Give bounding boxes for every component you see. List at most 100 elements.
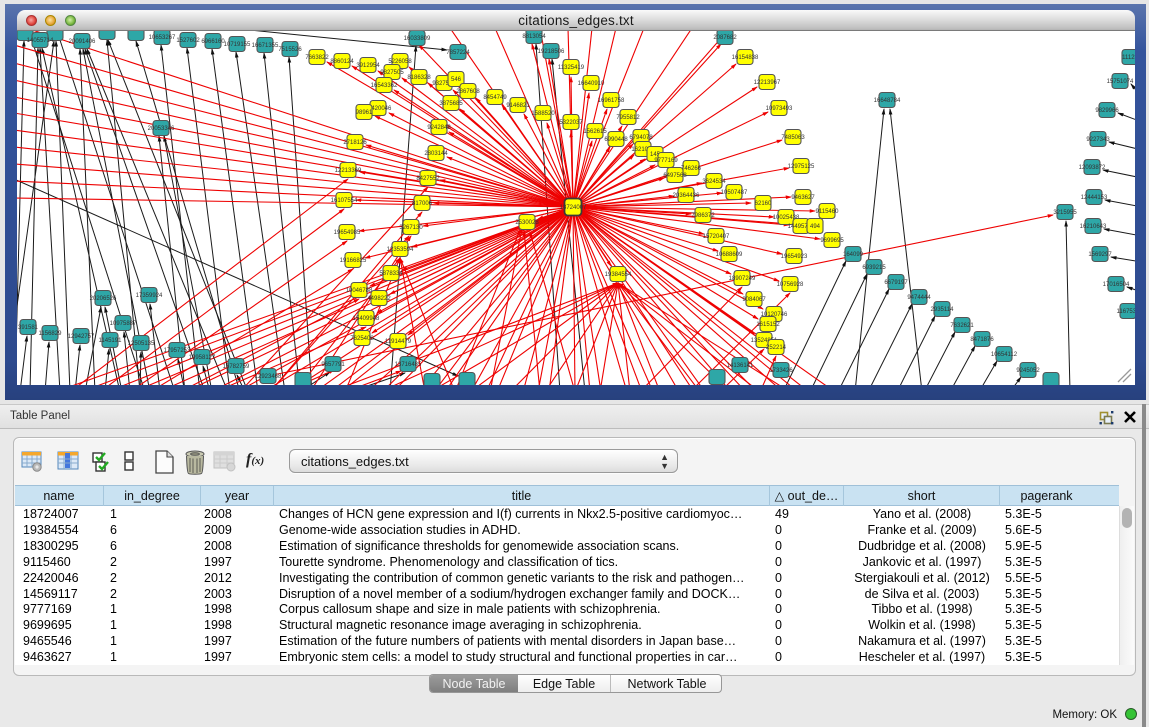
svg-text:10654112: 10654112 [991, 352, 1018, 358]
svg-text:19218506: 19218506 [538, 49, 565, 55]
svg-text:7515526: 7515526 [278, 47, 302, 53]
svg-text:14055714: 14055714 [27, 38, 54, 44]
svg-text:1569297: 1569297 [1088, 252, 1112, 258]
svg-text:11914479: 11914479 [385, 339, 412, 345]
svg-text:16210643: 16210643 [1080, 224, 1107, 230]
svg-text:16543362: 16543362 [371, 83, 398, 89]
svg-text:2718126: 2718126 [343, 140, 367, 146]
svg-text:19654985: 19654985 [334, 230, 361, 236]
svg-text:12093872: 12093872 [1079, 165, 1106, 171]
svg-text:16154838: 16154838 [732, 55, 759, 61]
svg-text:9829966: 9829966 [1095, 108, 1119, 114]
svg-text:9245052: 9245052 [1016, 368, 1040, 374]
svg-text:2803144: 2803144 [424, 151, 448, 157]
svg-text:10975887: 10975887 [110, 321, 137, 327]
svg-text:1167535: 1167535 [1117, 309, 1135, 315]
svg-text:15409948: 15409948 [353, 316, 380, 322]
svg-text:98961: 98961 [356, 110, 373, 116]
svg-text:8454749: 8454749 [483, 95, 507, 101]
svg-text:18724007: 18724007 [560, 205, 587, 211]
svg-text:12505135: 12505135 [128, 341, 155, 347]
svg-text:8813054: 8813054 [522, 34, 546, 40]
svg-text:13716485: 13716485 [395, 362, 422, 368]
svg-text:16648784: 16648784 [874, 98, 901, 104]
svg-text:6679197: 6679197 [884, 280, 908, 286]
svg-text:6966160: 6966160 [201, 39, 225, 45]
svg-text:12923468: 12923468 [255, 374, 282, 380]
svg-text:10958127: 10958127 [189, 355, 216, 361]
svg-text:11123: 11123 [1122, 55, 1135, 61]
svg-text:3215955: 3215955 [1053, 210, 1077, 216]
svg-text:12444153: 12444153 [1081, 195, 1108, 201]
svg-text:16033809: 16033809 [404, 36, 431, 42]
svg-text:10688609: 10688609 [716, 252, 743, 258]
svg-text:16782759: 16782759 [223, 364, 250, 370]
svg-text:8860124: 8860124 [330, 59, 354, 65]
svg-text:2530028: 2530028 [515, 220, 539, 226]
svg-text:494: 494 [810, 224, 821, 230]
svg-text:3875685: 3875685 [439, 101, 463, 107]
svg-text:16671355: 16671355 [252, 43, 279, 49]
svg-text:9242848: 9242848 [427, 125, 451, 131]
svg-text:546: 546 [451, 77, 462, 83]
svg-text:15751074: 15751074 [1107, 79, 1134, 85]
svg-text:8471876: 8471876 [970, 337, 994, 343]
svg-text:17016504: 17016504 [1103, 282, 1130, 288]
svg-text:10653267: 10653267 [149, 35, 176, 41]
svg-text:6939215: 6939215 [862, 265, 886, 271]
svg-text:12353594: 12353594 [387, 247, 414, 253]
svg-text:19654923: 19654923 [781, 254, 808, 260]
svg-text:11325419: 11325419 [558, 65, 585, 71]
svg-text:7663822: 7663822 [305, 55, 329, 61]
svg-text:12213967: 12213967 [754, 80, 781, 86]
svg-text:18907249: 18907249 [729, 276, 756, 282]
svg-text:7625402: 7625402 [350, 336, 374, 342]
svg-text:10719155: 10719155 [224, 42, 251, 48]
svg-text:16640910: 16640910 [578, 81, 605, 87]
svg-text:1588520: 1588520 [531, 111, 555, 117]
svg-text:3912954: 3912954 [356, 63, 380, 69]
svg-text:8186328: 8186328 [407, 75, 431, 81]
svg-text:9699695: 9699695 [820, 238, 844, 244]
svg-text:9115460: 9115460 [816, 209, 840, 215]
svg-text:20053346: 20053346 [148, 126, 175, 132]
svg-text:7485063: 7485063 [781, 135, 805, 141]
svg-text:9146821: 9146821 [506, 103, 530, 109]
svg-text:9084067: 9084067 [742, 297, 766, 303]
svg-text:9827505: 9827505 [380, 70, 404, 76]
svg-text:10973493: 10973493 [766, 106, 793, 112]
svg-text:1615152: 1615152 [756, 322, 780, 328]
svg-text:20091406: 20091406 [69, 39, 96, 45]
svg-text:20206526: 20206526 [90, 296, 117, 302]
svg-text:14136141: 14136141 [727, 363, 754, 369]
svg-text:9657791: 9657791 [321, 362, 345, 368]
svg-text:10046788: 10046788 [346, 288, 373, 294]
svg-text:12975125: 12975125 [788, 164, 815, 170]
svg-text:9474444: 9474444 [907, 295, 931, 301]
svg-text:7986372: 7986372 [691, 213, 715, 219]
svg-text:10507487: 10507487 [721, 190, 748, 196]
svg-text:20364436: 20364436 [673, 193, 700, 199]
svg-text:62160: 62160 [755, 201, 772, 207]
svg-text:5878334: 5878334 [379, 271, 403, 277]
svg-text:9463627: 9463627 [791, 195, 815, 201]
svg-text:12213369: 12213369 [335, 168, 362, 174]
svg-text:12942757: 12942757 [68, 334, 95, 340]
svg-text:7955812: 7955812 [616, 115, 640, 121]
svg-text:3267130: 3267130 [399, 225, 423, 231]
svg-text:1733426: 1733426 [769, 368, 793, 374]
svg-text:9227343: 9227343 [1086, 137, 1110, 143]
svg-text:15720407: 15720407 [703, 234, 730, 240]
svg-text:817006: 817006 [412, 201, 433, 207]
svg-text:8427552: 8427552 [416, 176, 440, 182]
svg-text:4498222: 4498222 [367, 296, 391, 302]
svg-text:7632621: 7632621 [950, 323, 974, 329]
svg-text:6497568: 6497568 [663, 173, 687, 179]
svg-text:19384554: 19384554 [605, 272, 632, 278]
svg-text:1156829: 1156829 [39, 331, 63, 337]
svg-text:746266: 746266 [681, 166, 702, 172]
svg-text:2087682: 2087682 [713, 35, 737, 41]
svg-text:3624534: 3624534 [702, 179, 726, 185]
svg-text:5322037: 5322037 [559, 120, 583, 126]
svg-text:1527602: 1527602 [176, 38, 200, 44]
